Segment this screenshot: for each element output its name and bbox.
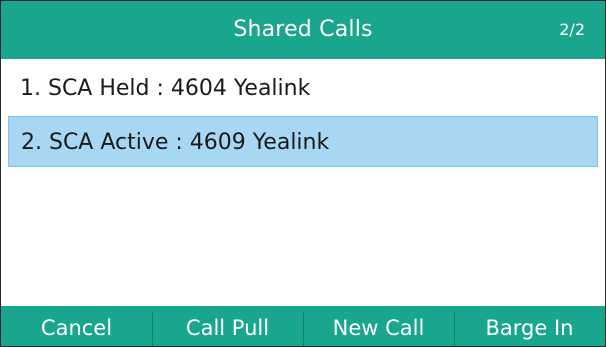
call-pull-button[interactable]: Call Pull — [152, 306, 303, 346]
list-item-sca-held[interactable]: 1. SCA Held : 4604 Yealink — [1, 65, 605, 113]
softkey-bar: Cancel Call Pull New Call Barge In — [1, 306, 605, 346]
title-bar: Shared Calls 2/2 — [1, 1, 605, 59]
list-item-sca-active[interactable]: 2. SCA Active : 4609 Yealink — [8, 116, 598, 167]
screen-title: Shared Calls — [233, 17, 373, 42]
barge-in-button[interactable]: Barge In — [454, 306, 605, 346]
cancel-button[interactable]: Cancel — [1, 306, 152, 346]
page-indicator: 2/2 — [559, 20, 585, 39]
phone-screen: Shared Calls 2/2 1. SCA Held : 4604 Yeal… — [0, 0, 606, 347]
new-call-button[interactable]: New Call — [303, 306, 454, 346]
